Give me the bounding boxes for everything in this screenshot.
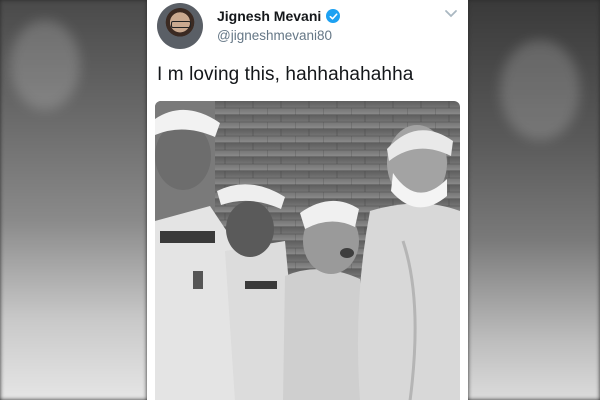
tweet-media-photo[interactable] (155, 101, 460, 400)
tweet-header: Jignesh Mevani @jigneshmevani80 (157, 3, 460, 49)
photo-illustration (155, 101, 460, 400)
checkmark-icon (329, 12, 338, 20)
tweet-card: Jignesh Mevani @jigneshmevani80 I m lovi… (147, 0, 468, 400)
chevron-down-icon[interactable] (444, 6, 458, 20)
background-blur-shape (10, 20, 80, 110)
avatar-glasses (171, 21, 191, 28)
display-name[interactable]: Jignesh Mevani (217, 8, 321, 24)
tweet-text: I m loving this, hahhahahahha (157, 64, 414, 85)
user-handle[interactable]: @jigneshmevani80 (217, 28, 332, 43)
background-blur-shape (500, 40, 580, 140)
verified-badge-icon (326, 9, 341, 23)
avatar[interactable] (157, 3, 203, 49)
name-row: Jignesh Mevani (217, 8, 341, 24)
